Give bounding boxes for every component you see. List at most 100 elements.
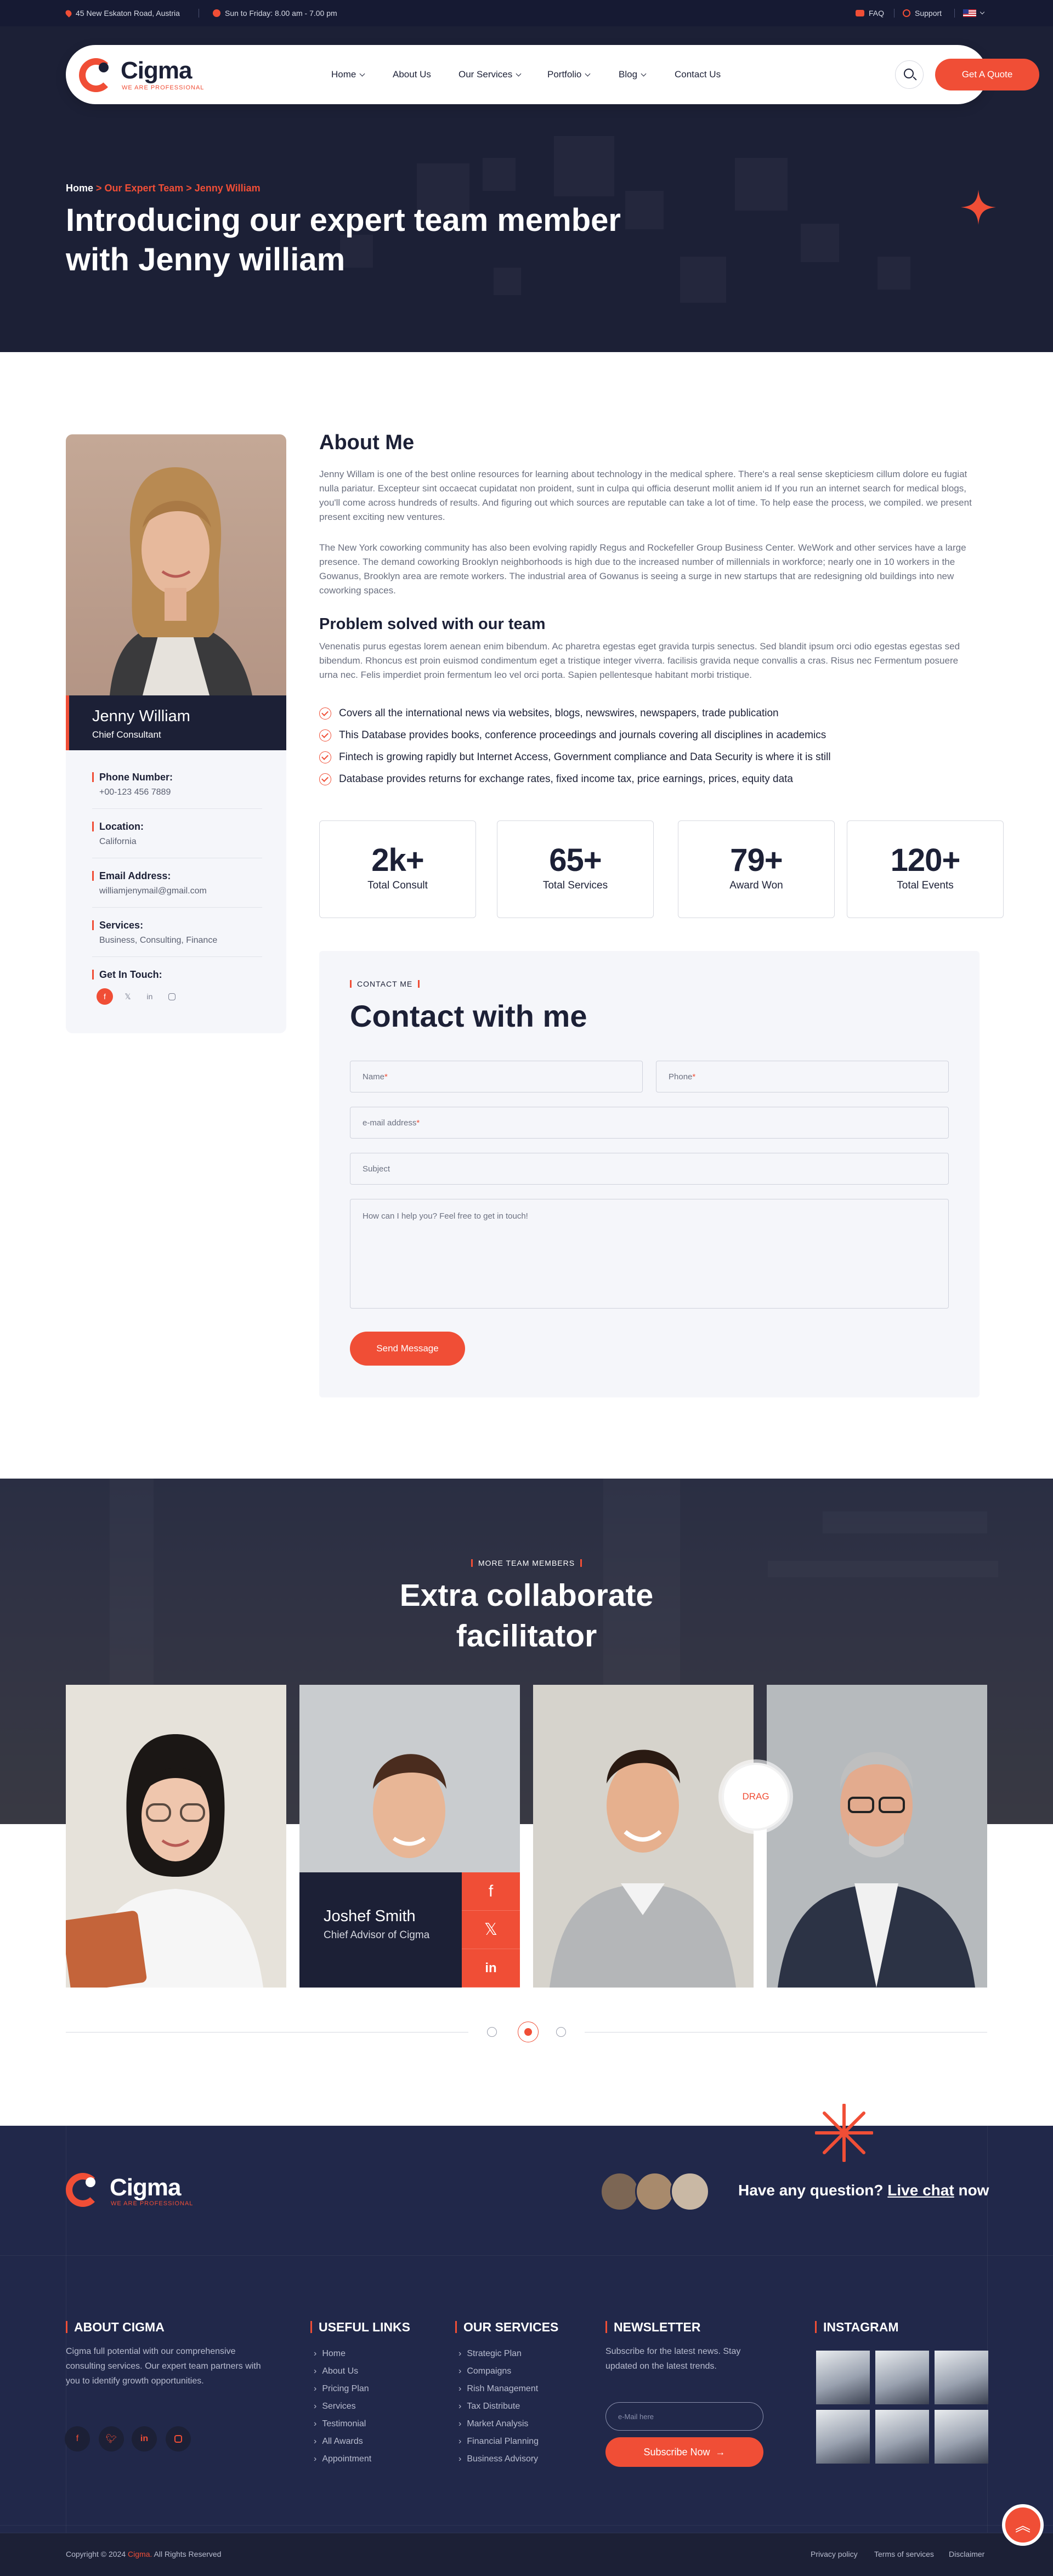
name-field[interactable]: Name *: [350, 1061, 643, 1092]
footer-link-appointment[interactable]: Appointment: [314, 2450, 371, 2468]
privacy-link[interactable]: Privacy policy: [811, 2550, 858, 2558]
team-tag-text: MORE TEAM MEMBERS: [478, 1559, 575, 1567]
breadcrumb-team[interactable]: Our Expert Team: [105, 183, 184, 194]
copyright-brand[interactable]: Cigma.: [128, 2550, 152, 2558]
linkedin-icon[interactable]: in: [132, 2426, 157, 2452]
drag-cursor[interactable]: DRAG: [722, 1763, 790, 1831]
slider-dot-active[interactable]: [518, 2022, 539, 2042]
instagram-thumb[interactable]: [875, 2410, 929, 2464]
footer-service-link[interactable]: Business Advisory: [458, 2450, 539, 2468]
footer-logo[interactable]: Cigma WE ARE PROFESSIONAL: [66, 2172, 208, 2207]
copyright-post: All Rights Reserved: [154, 2550, 222, 2558]
footer-link-services[interactable]: Services: [314, 2398, 371, 2415]
scroll-to-top-button[interactable]: ︽: [1002, 2504, 1044, 2546]
x-icon[interactable]: 𝕏: [120, 988, 136, 1005]
sparkle-star-icon: [961, 190, 996, 225]
footer-service-link[interactable]: Tax Distribute: [458, 2398, 539, 2415]
profile-role: Chief Consultant: [92, 729, 161, 740]
footer-service-link[interactable]: Strategic Plan: [458, 2345, 539, 2363]
support-icon: [903, 9, 910, 17]
slider-dot-3[interactable]: [556, 2027, 566, 2037]
hours-text: Sun to Friday: 8.00 am - 7.00 pm: [225, 9, 337, 18]
live-chat-link[interactable]: Live chat: [887, 2182, 954, 2199]
instagram-icon[interactable]: [163, 988, 180, 1005]
instagram-thumb[interactable]: [935, 2410, 988, 2464]
footer-service-link[interactable]: Rish Management: [458, 2380, 539, 2398]
get-in-touch: Get In Touch:: [92, 970, 262, 980]
get-quote-button[interactable]: Get A Quote: [935, 59, 1039, 90]
support-link[interactable]: Support: [903, 0, 942, 26]
footer-service-link[interactable]: Market Analysis: [458, 2415, 539, 2433]
chevron-down-icon: [980, 9, 985, 15]
page-title-line2: with Jenny william: [66, 242, 346, 278]
phone-field[interactable]: Phone *: [656, 1061, 949, 1092]
nav-blog[interactable]: Blog: [619, 45, 647, 104]
facebook-icon[interactable]: f: [97, 988, 113, 1005]
message-textarea[interactable]: How can I help you? Feel free to get in …: [350, 1199, 949, 1309]
newsletter-email-input[interactable]: e-Mail here: [605, 2402, 763, 2431]
phone-placeholder: Phone: [669, 1072, 693, 1082]
info-phone: Phone Number: +00-123 456 7889: [92, 772, 262, 809]
slider-dot-1[interactable]: [487, 2027, 497, 2037]
instagram-thumb[interactable]: [816, 2410, 870, 2464]
problem-paragraph: Venenatis purus egestas lorem aenean eni…: [319, 641, 960, 680]
footer-link-about[interactable]: About Us: [314, 2363, 371, 2380]
subscribe-button[interactable]: Subscribe Now →: [605, 2437, 763, 2467]
location-pin-icon: [64, 9, 73, 18]
nav-contact[interactable]: Contact Us: [675, 45, 721, 104]
footer-service-link[interactable]: Compaigns: [458, 2363, 539, 2380]
brand-logo[interactable]: Cigma WE ARE PROFESSIONAL: [79, 57, 216, 92]
faq-link[interactable]: FAQ: [856, 0, 884, 26]
info-services-label: Services:: [92, 920, 262, 930]
team-member-card-1[interactable]: [66, 1685, 286, 1988]
nav-about[interactable]: About Us: [393, 45, 431, 104]
footer-useful-heading: USEFUL LINKS: [310, 2321, 410, 2334]
instagram-thumb[interactable]: [816, 2351, 870, 2404]
twitter-icon[interactable]: 🐦︎: [99, 2426, 124, 2452]
team-title: Extra collaborate facilitator: [307, 1575, 746, 1656]
copyright-pre: Copyright © 2024: [66, 2550, 126, 2558]
nav-home[interactable]: Home: [331, 45, 365, 104]
profile-card: Jenny William Chief Consultant Phone Num…: [66, 434, 286, 1033]
linkedin-icon[interactable]: in: [462, 1949, 520, 1988]
linkedin-icon[interactable]: in: [141, 988, 158, 1005]
check-item-3: Fintech is growing rapidly but Internet …: [319, 751, 831, 763]
footer-link-pricing[interactable]: Pricing Plan: [314, 2380, 371, 2398]
faq-label: FAQ: [869, 9, 885, 18]
email-field[interactable]: e-mail address *: [350, 1107, 949, 1139]
required-mark: *: [692, 1072, 696, 1082]
featured-member-name: Joshef Smith: [324, 1907, 416, 1925]
featured-member-role: Chief Advisor of Cigma: [324, 1929, 430, 1941]
nav-services[interactable]: Our Services: [458, 45, 522, 104]
instagram-thumb[interactable]: [935, 2351, 988, 2404]
send-message-button[interactable]: Send Message: [350, 1332, 465, 1366]
question-text: Have any question?: [738, 2182, 884, 2199]
stat-value: 2k+: [371, 842, 424, 878]
footer-link-awards[interactable]: All Awards: [314, 2433, 371, 2450]
subject-field[interactable]: Subject: [350, 1153, 949, 1185]
facebook-icon[interactable]: f: [462, 1872, 520, 1911]
facebook-icon[interactable]: f: [65, 2426, 90, 2452]
support-avatars: [600, 2172, 710, 2211]
x-icon[interactable]: 𝕏: [462, 1911, 520, 1949]
language-selector[interactable]: [963, 0, 985, 26]
disclaimer-link[interactable]: Disclaimer: [949, 2550, 984, 2558]
live-chat-prompt: Have any question? Live chat now: [738, 2182, 989, 2199]
breadcrumb-home[interactable]: Home: [66, 183, 93, 194]
footer-link-testimonial[interactable]: Testimonial: [314, 2415, 371, 2433]
terms-link[interactable]: Terms of services: [874, 2550, 934, 2558]
newsletter-email-placeholder: e-Mail here: [618, 2412, 654, 2421]
footer-link-home[interactable]: Home: [314, 2345, 371, 2363]
team-member-card-3[interactable]: [533, 1685, 754, 1988]
instagram-thumb[interactable]: [875, 2351, 929, 2404]
chevron-down-icon: [641, 71, 647, 76]
name-placeholder: Name: [363, 1072, 385, 1082]
search-button[interactable]: [895, 60, 924, 89]
footer-service-link[interactable]: Financial Planning: [458, 2433, 539, 2450]
team-member-card-featured[interactable]: Joshef Smith Chief Advisor of Cigma f 𝕏 …: [299, 1685, 520, 1988]
nav-portfolio[interactable]: Portfolio: [547, 45, 591, 104]
instagram-icon[interactable]: [166, 2426, 191, 2452]
avatar: [600, 2172, 639, 2211]
stat-card-awards: 79+ Award Won: [678, 820, 835, 918]
team-member-card-4[interactable]: [767, 1685, 987, 1988]
